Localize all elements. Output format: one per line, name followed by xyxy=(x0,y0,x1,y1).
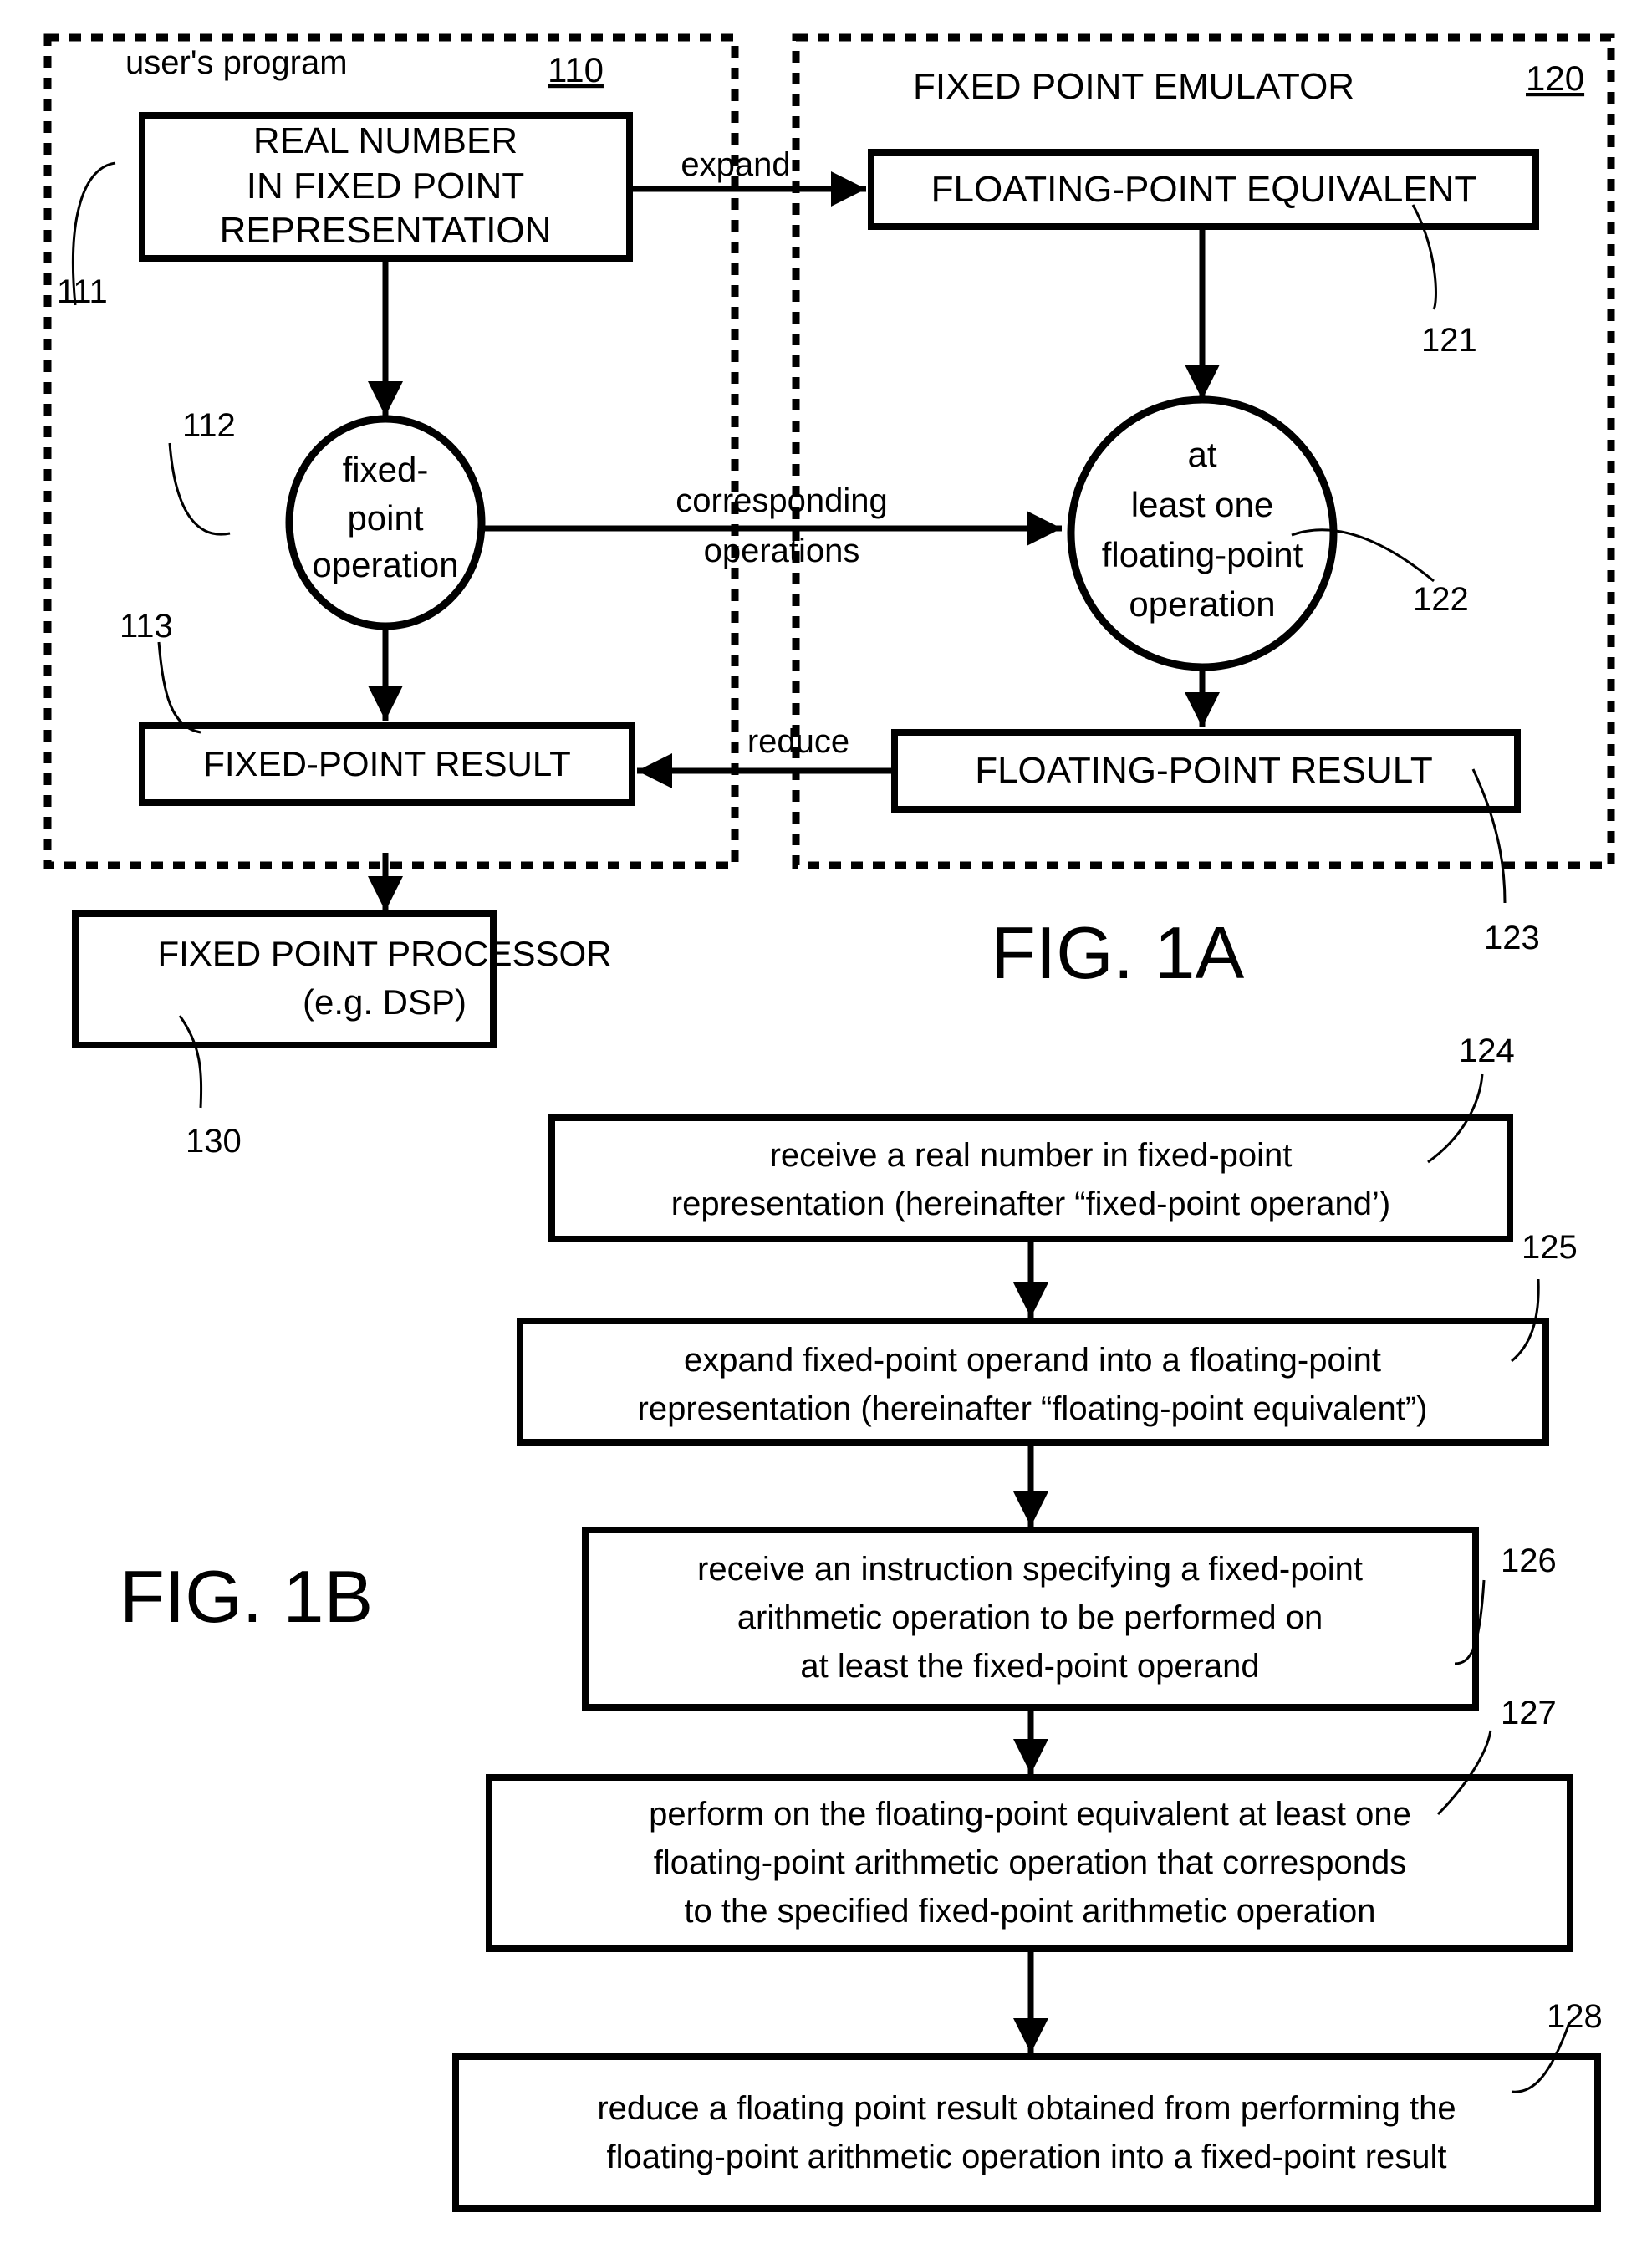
processor-line-2: (e.g. DSP) xyxy=(303,982,467,1022)
corresponding-label-2: operations xyxy=(704,533,860,569)
fig-1b-title: FIG. 1B xyxy=(120,1555,373,1638)
ref-122: 122 xyxy=(1413,581,1469,618)
ref-121: 121 xyxy=(1421,322,1477,359)
users-program-label: user's program xyxy=(125,44,348,81)
step-125-line-2: representation (hereinafter “floating-po… xyxy=(638,1390,1428,1427)
step-126-line-3: at least the fixed-point operand xyxy=(800,1648,1259,1685)
ref-124: 124 xyxy=(1459,1033,1515,1069)
emulator-label: FIXED POINT EMULATOR xyxy=(913,66,1354,107)
users-program-ref: 110 xyxy=(548,50,604,89)
float-op-line-4: operation xyxy=(1129,584,1275,624)
ref-130: 130 xyxy=(186,1123,242,1160)
real-number-line-1: REAL NUMBER xyxy=(253,120,518,161)
fixed-op-line-1: fixed- xyxy=(343,450,429,489)
float-result-label: FLOATING-POINT RESULT xyxy=(975,750,1433,791)
fixed-op-line-3: operation xyxy=(312,545,458,584)
step-126-line-2: arithmetic operation to be performed on xyxy=(737,1599,1323,1636)
step-128-box xyxy=(452,2053,1601,2212)
reduce-label: reduce xyxy=(747,723,849,760)
patent-figure: user's program 110 FIXED POINT EMULATOR … xyxy=(43,33,1615,2212)
ref-127: 127 xyxy=(1501,1695,1557,1731)
real-number-line-3: REPRESENTATION xyxy=(220,210,552,251)
step-125-line-1: expand fixed-point operand into a floati… xyxy=(684,1342,1381,1379)
step-124-line-2: representation (hereinafter “fixed-point… xyxy=(671,1186,1391,1222)
step-128-line-1: reduce a floating point result obtained … xyxy=(597,2090,1456,2127)
float-equivalent-label: FLOATING-POINT EQUIVALENT xyxy=(931,169,1477,210)
step-127-line-1: perform on the floating-point equivalent… xyxy=(649,1796,1411,1833)
step-127-line-3: to the specified fixed-point arithmetic … xyxy=(684,1893,1375,1930)
fixed-result-label: FIXED-POINT RESULT xyxy=(203,744,571,783)
fig-1a-title: FIG. 1A xyxy=(991,911,1244,994)
ref-128: 128 xyxy=(1547,1998,1603,2035)
ref-111: 111 xyxy=(57,273,108,310)
float-op-line-2: least one xyxy=(1131,485,1273,524)
real-number-line-2: IN FIXED POINT xyxy=(247,166,524,207)
leader-112 xyxy=(168,442,231,536)
step-128-line-2: floating-point arithmetic operation into… xyxy=(607,2139,1447,2175)
float-op-line-1: at xyxy=(1187,435,1216,474)
step-127-line-2: floating-point arithmetic operation that… xyxy=(654,1844,1407,1881)
ref-125: 125 xyxy=(1522,1229,1578,1266)
processor-line-1: FIXED POINT PROCESSOR xyxy=(158,934,612,973)
float-op-line-3: floating-point xyxy=(1102,535,1303,574)
step-126-line-1: receive an instruction specifying a fixe… xyxy=(697,1551,1363,1588)
fixed-op-line-2: point xyxy=(347,498,423,538)
expand-label: expand xyxy=(681,146,790,183)
corresponding-label-1: corresponding xyxy=(676,482,888,519)
leader-113 xyxy=(157,641,201,734)
emulator-ref: 120 xyxy=(1526,59,1584,98)
ref-113: 113 xyxy=(120,608,173,645)
ref-112: 112 xyxy=(182,407,236,444)
ref-126: 126 xyxy=(1501,1542,1557,1579)
step-124-line-1: receive a real number in fixed-point xyxy=(770,1137,1293,1174)
ref-123: 123 xyxy=(1484,920,1540,956)
